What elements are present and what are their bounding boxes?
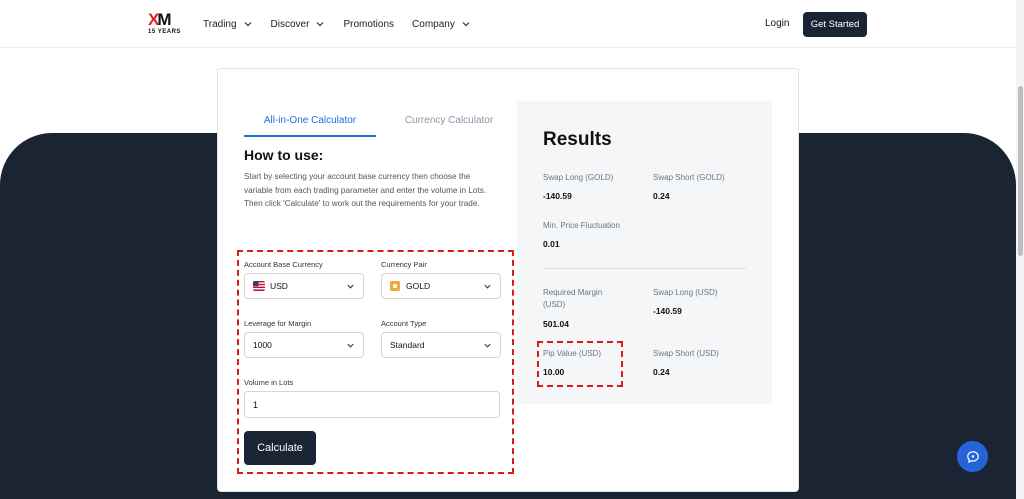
leverage-value: 1000 — [253, 340, 272, 350]
swap-short-gold-label: Swap Short (GOLD) — [653, 173, 725, 182]
main-nav: Trading Discover Promotions Company — [203, 0, 471, 48]
chevron-down-icon — [484, 284, 491, 289]
nav-company[interactable]: Company — [412, 19, 471, 30]
chevron-down-icon — [244, 22, 251, 27]
logo-years: 15 YEARS — [148, 29, 181, 35]
swap-short-usd-value: 0.24 — [653, 367, 670, 377]
swap-long-usd-value: -140.59 — [653, 306, 682, 316]
nav-discover[interactable]: Discover — [271, 19, 326, 30]
volume-label: Volume in Lots — [244, 378, 294, 387]
swap-short-gold-value: 0.24 — [653, 191, 670, 201]
how-to-use-title: How to use: — [244, 147, 324, 163]
swap-long-usd-label: Swap Long (USD) — [653, 288, 718, 297]
currency-pair-select[interactable]: GOLD — [381, 273, 501, 299]
volume-input[interactable]: 1 — [244, 391, 500, 418]
account-type-label: Account Type — [381, 319, 427, 328]
pip-value-value: 10.00 — [543, 367, 565, 377]
chat-bubble-icon — [966, 450, 979, 463]
nav-promotions-label: Promotions — [343, 18, 395, 30]
leverage-select[interactable]: 1000 — [244, 332, 364, 358]
tab-all-in-one-calculator[interactable]: All-in-One Calculator — [244, 109, 376, 137]
swap-short-usd-label: Swap Short (USD) — [653, 349, 719, 358]
chevron-down-icon — [347, 343, 354, 348]
calculate-button[interactable]: Calculate — [244, 431, 316, 465]
account-base-currency-select[interactable]: USD — [244, 273, 364, 299]
swap-long-gold-label: Swap Long (GOLD) — [543, 173, 614, 182]
min-price-fluctuation-value: 0.01 — [543, 239, 560, 249]
calculator-card: All-in-One Calculator Currency Calculato… — [217, 68, 799, 492]
account-base-currency-label: Account Base Currency — [244, 260, 323, 269]
nav-promotions[interactable]: Promotions — [343, 19, 394, 30]
chevron-down-icon — [484, 343, 491, 348]
nav-discover-label: Discover — [270, 18, 310, 30]
required-margin-value: 501.04 — [543, 319, 569, 329]
calculator-tabs: All-in-One Calculator Currency Calculato… — [244, 109, 504, 137]
page-scrollbar[interactable] — [1016, 0, 1024, 499]
chevron-down-icon — [347, 284, 354, 289]
scrollbar-thumb[interactable] — [1018, 86, 1023, 256]
swap-long-gold-value: -140.59 — [543, 191, 572, 201]
results-panel: Results Swap Long (GOLD) -140.59 Swap Sh… — [517, 101, 772, 404]
logo-mark: XM — [148, 11, 182, 28]
how-to-use-text: Start by selecting your account base cur… — [244, 172, 487, 208]
get-started-button[interactable]: Get Started — [803, 12, 867, 37]
min-price-fluctuation-label: Min. Price Fluctuation — [543, 221, 620, 230]
leverage-label: Leverage for Margin — [244, 319, 312, 328]
gold-icon — [390, 281, 400, 291]
tab-currency-calculator[interactable]: Currency Calculator — [394, 109, 504, 137]
nav-trading-label: Trading — [203, 18, 237, 30]
account-type-value: Standard — [390, 340, 425, 350]
results-divider — [543, 268, 746, 269]
login-link[interactable]: Login — [765, 18, 789, 29]
us-flag-icon — [253, 281, 265, 291]
required-margin-label: Required Margin (USD) — [543, 288, 603, 309]
chevron-down-icon — [462, 22, 470, 27]
currency-pair-label: Currency Pair — [381, 260, 427, 269]
nav-trading[interactable]: Trading — [203, 19, 253, 30]
account-base-currency-value: USD — [270, 281, 288, 291]
nav-company-label: Company — [412, 18, 455, 30]
results-title: Results — [543, 129, 612, 150]
site-header: XM 15 YEARS Trading Discover Promotions … — [0, 0, 1016, 48]
pip-value-label: Pip Value (USD) — [543, 349, 602, 358]
logo-text: XM — [148, 10, 172, 29]
chevron-down-icon — [317, 22, 324, 27]
chat-button[interactable] — [957, 441, 988, 472]
account-type-select[interactable]: Standard — [381, 332, 501, 358]
xm-logo[interactable]: XM 15 YEARS — [148, 11, 182, 37]
currency-pair-value: GOLD — [406, 281, 431, 291]
